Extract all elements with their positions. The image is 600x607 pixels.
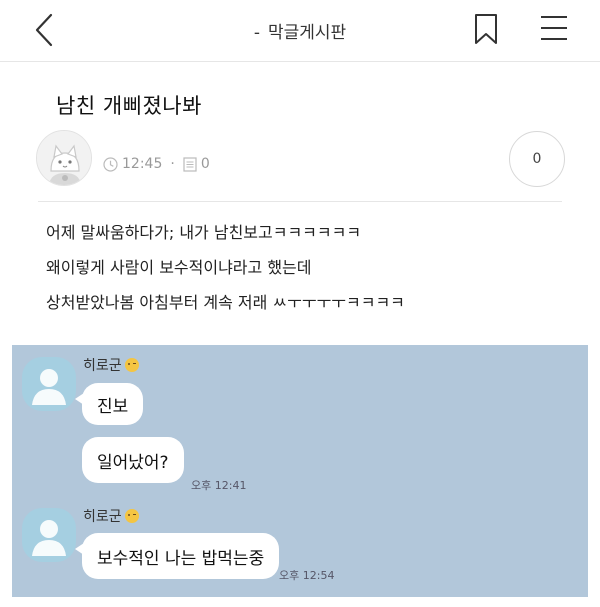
cat-avatar-icon [37, 131, 91, 185]
board-title-dash: - [253, 23, 260, 43]
sender-name-text: 히로군 [83, 509, 122, 525]
message-bubble: 일어났어? [82, 437, 184, 483]
default-profile-icon [32, 520, 66, 556]
chat-screenshot: 히로군 진보 일어났어? 오후 12:41 히로군 보수적인 나는 밥먹는중 오… [12, 345, 588, 597]
like-button[interactable]: 0 [509, 131, 565, 187]
message-time: 오후 12:41 [191, 479, 247, 492]
like-count: 0 [532, 151, 542, 167]
post-title: 남친 개삐졌나봐 [56, 94, 202, 118]
default-profile-icon [32, 369, 66, 405]
message-bubble: 진보 [74, 383, 144, 425]
chat-avatar [22, 357, 76, 411]
chat-sender-name: 히로군 [83, 506, 139, 526]
board-title: - 막글게시판 [0, 18, 600, 43]
clock-icon [103, 156, 118, 172]
bookmark-icon [475, 14, 497, 44]
post-body-line: 어제 말싸움하다가; 내가 남친보고ㅋㅋㅋㅋㅋㅋ [46, 223, 362, 242]
comment-count: 0 [200, 156, 210, 172]
chat-sender-name: 히로군 [83, 355, 139, 375]
hamburger-menu-icon [541, 16, 567, 40]
board-name: 막글게시판 [267, 23, 347, 43]
author-avatar[interactable] [36, 130, 92, 186]
emoji-icon [124, 358, 139, 372]
message-text: 보수적인 나는 밥먹는중 [97, 548, 265, 569]
message-text: 일어났어? [97, 452, 169, 473]
message-text: 진보 [97, 396, 129, 417]
top-bar: - 막글게시판 [0, 0, 600, 62]
menu-button[interactable] [540, 15, 568, 41]
comment-icon [183, 156, 197, 172]
meta-separator: · [170, 156, 175, 172]
message-time: 오후 12:54 [279, 569, 335, 582]
message-bubble: 보수적인 나는 밥먹는중 [74, 533, 280, 579]
sender-name-text: 히로군 [83, 358, 122, 374]
post-time: 12:45 [122, 156, 163, 172]
post-body: 어제 말싸움하다가; 내가 남친보고ㅋㅋㅋㅋㅋㅋ 왜이렇게 사람이 보수적이냐라… [46, 220, 405, 325]
divider [38, 201, 562, 202]
emoji-icon [124, 509, 139, 523]
post-body-line: 왜이렇게 사람이 보수적이냐라고 했는데 [46, 258, 312, 277]
post-meta: 12:45 · 0 [103, 156, 210, 172]
bookmark-button[interactable] [473, 13, 499, 45]
chat-avatar [22, 508, 76, 562]
post-body-line: 상처받았나봄 아침부터 계속 저래 ㅆㅜㅜㅜㅜㅋㅋㅋㅋ [46, 293, 405, 312]
